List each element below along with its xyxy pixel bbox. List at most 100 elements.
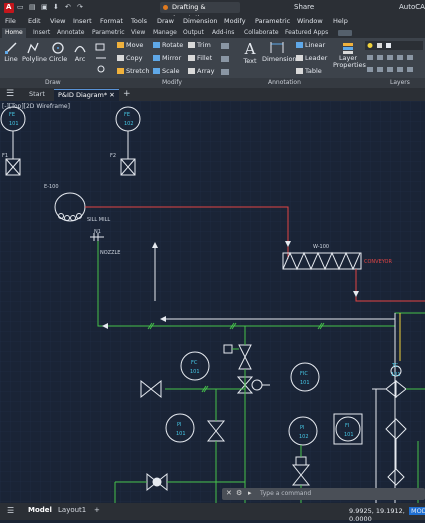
save-icon[interactable]: ▤ — [29, 3, 36, 11]
tab-view[interactable]: View — [131, 28, 145, 38]
arc-button[interactable]: Arc — [72, 41, 88, 63]
new-tab-icon[interactable]: + — [123, 89, 131, 100]
copy-button[interactable]: Copy — [117, 54, 143, 62]
tag-pi-102-top: PI — [300, 425, 305, 431]
circle-icon — [52, 42, 64, 54]
pid-drawing[interactable] — [0, 101, 425, 503]
close-command-icon[interactable]: ✕ — [226, 489, 232, 497]
stretch-icon — [117, 68, 124, 74]
open-icon[interactable]: ▭ — [17, 3, 24, 11]
redo-icon[interactable]: ↷ — [77, 3, 83, 11]
tab-annotate[interactable]: Annotate — [57, 28, 84, 38]
tab-layout1[interactable]: Layout1 — [58, 506, 86, 514]
polyline-button[interactable]: Polyline — [22, 41, 47, 63]
leader-button[interactable]: Leader — [296, 54, 327, 62]
move-icon — [117, 42, 124, 48]
menu-dimension[interactable]: Dimension — [183, 17, 218, 25]
tab-insert[interactable]: Insert — [33, 28, 50, 38]
status-bar: ☰ Model Layout1 + 9.9925, 19.1912, 0.000… — [0, 503, 425, 523]
tag-tc-top: TC — [392, 363, 399, 369]
menu-format[interactable]: Format — [100, 17, 123, 25]
menu-window[interactable]: Window — [297, 17, 323, 25]
wrench-icon[interactable]: ⚙ — [236, 489, 242, 497]
close-tab-icon[interactable]: ✕ — [109, 91, 114, 99]
tab-featured-apps[interactable]: Featured Apps — [285, 28, 328, 38]
panel-annotation[interactable]: Annotation — [268, 79, 301, 86]
panel-layers[interactable]: Layers — [390, 79, 410, 86]
text-button[interactable]: A Text — [240, 41, 260, 65]
add-layout-button[interactable]: + — [94, 506, 100, 514]
text-icon: A — [244, 40, 256, 58]
menu-draw[interactable]: Draw — [157, 17, 174, 25]
draw-small-tools-icon[interactable] — [94, 42, 114, 78]
fillet-button[interactable]: Fillet — [188, 54, 212, 62]
tab-model[interactable]: Model — [28, 506, 52, 514]
menu-parametric[interactable]: Parametric — [255, 17, 290, 25]
tag-pi-102-num: 102 — [299, 434, 309, 440]
table-icon — [296, 68, 303, 74]
layer-properties-button[interactable]: Layer Properties — [333, 41, 366, 69]
tag-fe-101-num: 101 — [9, 121, 19, 127]
model-space-button[interactable]: MODEL — [409, 507, 425, 515]
tag-fe-102-num: 102 — [124, 121, 134, 127]
tag-fe-102-top: FE — [124, 112, 131, 118]
tag-f2: F2 — [110, 153, 117, 159]
share-button[interactable]: Share — [294, 3, 314, 11]
menu-view[interactable]: View — [50, 17, 65, 25]
tab-pid-diagram[interactable]: P&ID Diagram* ✕ — [54, 89, 119, 101]
save-as-icon[interactable]: ▣ — [41, 3, 48, 11]
mirror-button[interactable]: Mirror — [153, 54, 181, 62]
trim-button[interactable]: Trim — [188, 41, 211, 49]
dimension-icon — [270, 42, 284, 53]
menu-edit[interactable]: Edit — [28, 17, 41, 25]
command-line[interactable]: ✕ ⚙ ▸ Type a command — [222, 488, 425, 500]
layout-menu-icon[interactable]: ☰ — [7, 506, 14, 515]
tag-f1: F1 — [2, 153, 9, 159]
rotate-button[interactable]: Rotate — [153, 41, 183, 49]
tab-collaborate[interactable]: Collaborate — [244, 28, 279, 38]
line-button[interactable]: Line — [3, 41, 19, 63]
tab-home[interactable]: Home — [2, 28, 26, 38]
tab-output[interactable]: Output — [183, 28, 204, 38]
panel-modify[interactable]: Modify — [162, 79, 182, 86]
tab-parametric[interactable]: Parametric — [92, 28, 125, 38]
tab-add-ins[interactable]: Add-ins — [212, 28, 234, 38]
polyline-icon — [27, 42, 39, 54]
menu-insert[interactable]: Insert — [73, 17, 92, 25]
tag-fc-num: 101 — [190, 369, 200, 375]
download-icon[interactable]: ⬇ — [53, 3, 59, 11]
menu-tools[interactable]: Tools — [131, 17, 147, 25]
menu-bar: File Edit View Insert Format Tools Draw … — [0, 16, 425, 28]
command-input[interactable]: Type a command — [260, 490, 311, 497]
tab-start[interactable]: Start — [29, 89, 45, 100]
scale-button[interactable]: Scale — [153, 67, 180, 75]
drawing-canvas[interactable] — [0, 101, 425, 503]
app-logo[interactable]: A — [4, 3, 14, 13]
linear-button[interactable]: Linear — [296, 41, 325, 49]
modify-small-tools-icon[interactable] — [219, 42, 233, 78]
table-button[interactable]: Table — [296, 67, 322, 75]
ribbon-toggle-icon[interactable] — [338, 30, 352, 36]
stretch-button[interactable]: Stretch — [117, 67, 149, 75]
move-button[interactable]: Move — [117, 41, 143, 49]
panel-draw[interactable]: Draw — [45, 79, 61, 86]
circle-button[interactable]: Circle — [49, 41, 67, 63]
array-button[interactable]: Array — [188, 67, 215, 75]
undo-icon[interactable]: ↶ — [65, 3, 71, 11]
fillet-icon — [188, 55, 195, 61]
ribbon-panel-labels: Draw Modify Annotation Layers — [0, 78, 425, 88]
layer-properties-icon — [343, 43, 353, 54]
tag-w-100: W-100 — [313, 244, 330, 250]
viewport-label[interactable]: [-][Top][2D Wireframe] — [2, 103, 70, 110]
command-chevron-icon: ▸ — [248, 489, 252, 497]
menu-hamburger-icon[interactable]: ☰ — [6, 89, 14, 100]
tag-fc-top: FC — [191, 360, 198, 366]
menu-modify[interactable]: Modify — [224, 17, 246, 25]
tab-manage[interactable]: Manage — [153, 28, 177, 38]
layer-tool-icons[interactable] — [365, 41, 425, 77]
dimension-button[interactable]: Dimension — [262, 41, 297, 63]
menu-file[interactable]: File — [5, 17, 16, 25]
menu-help[interactable]: Help — [333, 17, 348, 25]
workspace-selector[interactable]: Drafting & Annotation — [160, 2, 240, 22]
tag-n1: N1 — [94, 229, 101, 235]
